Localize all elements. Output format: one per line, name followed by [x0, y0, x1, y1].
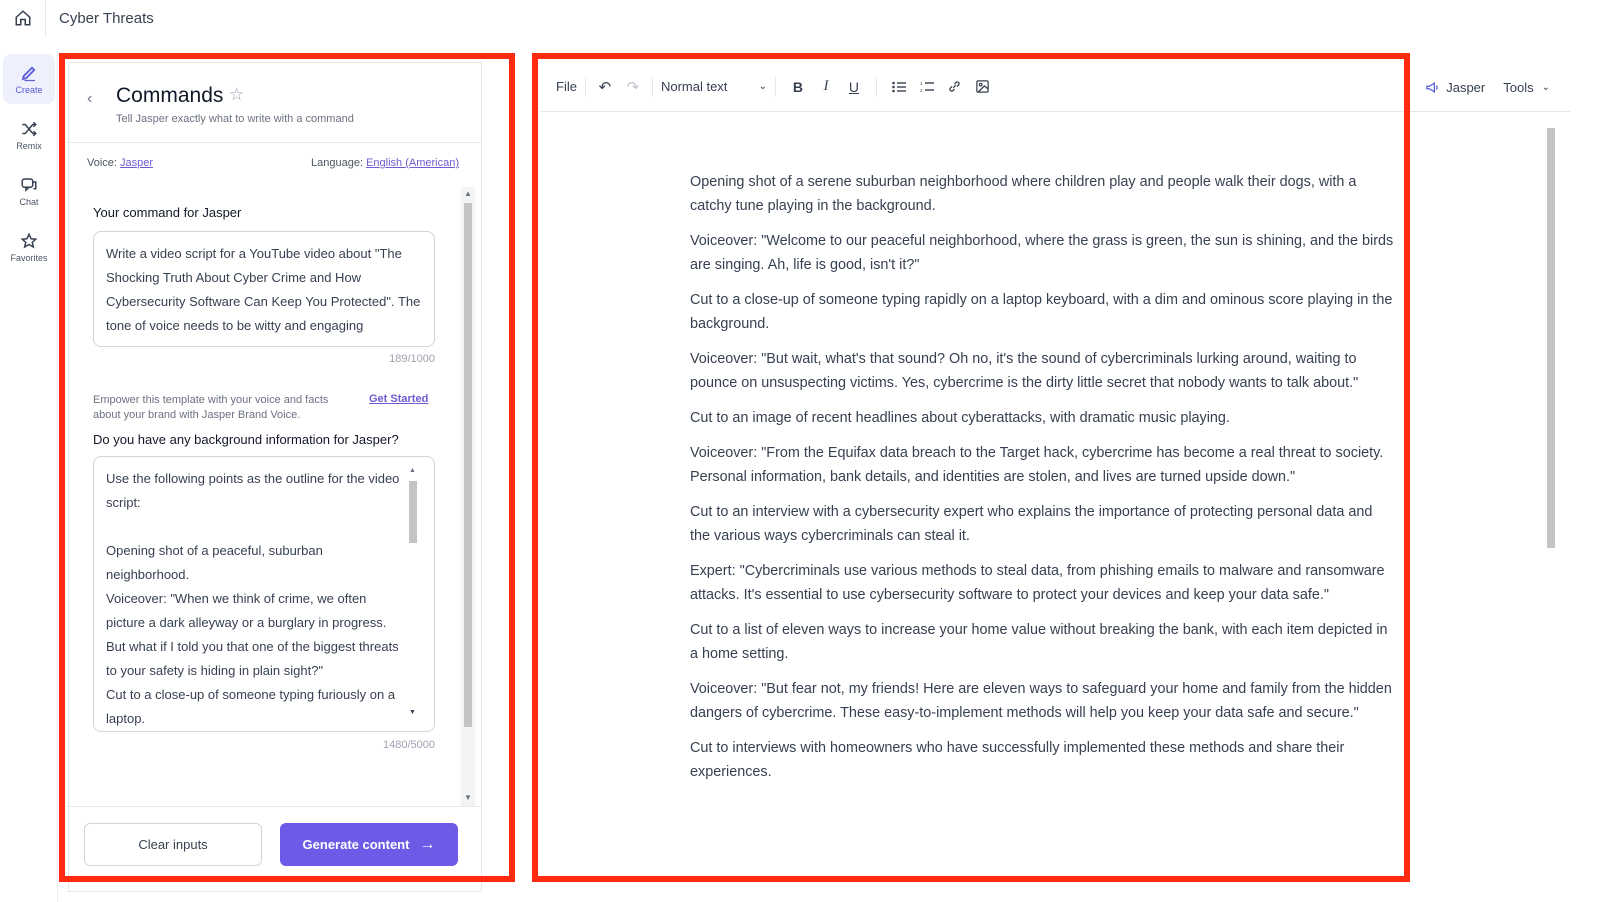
home-button[interactable]: [0, 0, 46, 36]
document-paragraph: Voiceover: "But wait, what's that sound?…: [690, 351, 1359, 391]
voice-setting: Voice: Jasper: [87, 157, 153, 169]
chat-icon: [21, 177, 37, 192]
text-style-dropdown[interactable]: Normal text ⌄: [661, 73, 767, 101]
document-paragraph: Voiceover: "From the Equifax data breach…: [690, 445, 1384, 485]
voice-language-row: Voice: Jasper Language: English (America…: [87, 157, 459, 169]
document-paragraph: Cut to an image of recent headlines abou…: [690, 410, 1230, 426]
background-scrollbar-thumb[interactable]: [409, 481, 417, 543]
language-setting: Language: English (American): [311, 157, 459, 169]
jasper-button[interactable]: Jasper: [1425, 80, 1485, 95]
home-icon: [15, 10, 30, 26]
bold-icon[interactable]: B: [784, 73, 812, 101]
background-label: Do you have any background information f…: [93, 432, 399, 447]
rail-item-chat[interactable]: Chat: [3, 166, 55, 216]
editor: File ↶ ↷ Normal text ⌄ B I U 12 Jasper T…: [540, 62, 1584, 892]
toolbar-divider: [875, 76, 877, 97]
rail-item-remix[interactable]: Remix: [3, 110, 55, 160]
clear-inputs-button[interactable]: Clear inputs: [84, 823, 262, 866]
rail-item-create[interactable]: Create: [3, 54, 55, 104]
document-body[interactable]: Opening shot of a serene suburban neighb…: [690, 170, 1394, 795]
rail-item-label: Favorites: [10, 252, 48, 263]
scroll-up-arrow-icon[interactable]: ▲: [409, 467, 416, 474]
chevron-down-icon: ⌄: [758, 81, 767, 92]
editor-scrollbar[interactable]: [1544, 118, 1558, 888]
document-paragraph: Voiceover: "But fear not, my friends! He…: [690, 681, 1392, 721]
editor-toolbar: File ↶ ↷ Normal text ⌄ B I U 12 Jasper T…: [540, 62, 1570, 112]
document-paragraph: Cut to a list of eleven ways to increase…: [690, 622, 1388, 662]
scroll-up-arrow-icon[interactable]: ▲: [464, 189, 472, 198]
scroll-down-arrow-icon[interactable]: ▼: [464, 793, 472, 802]
get-started-link[interactable]: Get Started: [369, 393, 428, 405]
pen-icon: [21, 65, 36, 81]
tools-menu[interactable]: Tools ⌄: [1503, 80, 1550, 95]
document-paragraph: Cut to a close-up of someone typing rapi…: [690, 292, 1393, 332]
brand-voice-note: Empower this template with your voice an…: [93, 394, 329, 421]
toolbar-divider: [774, 76, 776, 97]
command-char-count: 189/1000: [389, 353, 435, 365]
top-bar: Cyber Threats: [0, 0, 1600, 36]
language-label: Language:: [311, 157, 364, 169]
commands-panel: ‹ Commands ☆ Tell Jasper exactly what to…: [68, 62, 482, 892]
background-scrollbar[interactable]: ▲ ▼: [407, 467, 419, 721]
chevron-down-icon: ⌄: [1541, 81, 1550, 93]
numbered-list-icon[interactable]: 12: [913, 73, 941, 101]
rail-item-favorites[interactable]: Favorites: [3, 222, 55, 272]
svg-text:2: 2: [920, 88, 923, 93]
background-char-count: 1480/5000: [383, 739, 435, 751]
toolbar-divider: [651, 76, 653, 97]
command-textarea[interactable]: Write a video script for a YouTube video…: [93, 231, 435, 347]
tools-label: Tools: [1503, 79, 1534, 95]
language-link[interactable]: English (American): [366, 157, 459, 169]
left-rail: Create Remix Chat Favorites: [0, 48, 58, 902]
panel-title: Commands: [116, 84, 224, 107]
svg-text:1: 1: [920, 81, 923, 86]
text-style-value: Normal text: [660, 79, 728, 94]
generate-content-button[interactable]: Generate content →: [280, 823, 458, 866]
link-icon[interactable]: [941, 73, 969, 101]
favorite-star-icon[interactable]: ☆: [229, 85, 244, 105]
voice-label: Voice:: [87, 157, 117, 169]
image-icon[interactable]: [969, 73, 997, 101]
panel-scrollbar[interactable]: ▲ ▼: [461, 187, 475, 807]
rail-item-label: Remix: [16, 140, 42, 151]
document-paragraph: Cut to an interview with a cybersecurity…: [690, 504, 1373, 544]
command-label: Your command for Jasper: [93, 205, 242, 220]
document-paragraph: Expert: "Cybercriminals use various meth…: [690, 563, 1385, 603]
arrow-right-icon: →: [419, 835, 436, 853]
bullet-list-icon[interactable]: [885, 73, 913, 101]
document-paragraph: Opening shot of a serene suburban neighb…: [690, 174, 1357, 214]
redo-icon[interactable]: ↷: [622, 73, 644, 101]
panel-header: ‹ Commands ☆ Tell Jasper exactly what to…: [69, 63, 481, 143]
panel-footer: Clear inputs Generate content →: [69, 806, 481, 892]
undo-icon[interactable]: ↶: [594, 73, 616, 101]
underline-icon[interactable]: U: [840, 73, 868, 101]
toolbar-right: Jasper Tools ⌄: [1425, 62, 1550, 112]
shuffle-icon: [22, 121, 37, 136]
italic-icon[interactable]: I: [812, 73, 840, 101]
star-icon: [20, 231, 38, 249]
panel-scrollbar-thumb[interactable]: [464, 203, 472, 727]
back-chevron-icon[interactable]: ‹: [87, 90, 92, 108]
file-menu[interactable]: File: [556, 73, 577, 101]
document-paragraph: Voiceover: "Welcome to our peaceful neig…: [690, 233, 1394, 273]
generate-button-label: Generate content: [302, 837, 410, 852]
background-textarea[interactable]: Use the following points as the outline …: [93, 456, 435, 732]
megaphone-icon: [1426, 81, 1438, 93]
voice-link[interactable]: Jasper: [120, 157, 153, 169]
toolbar-divider: [584, 76, 586, 97]
editor-scrollbar-thumb[interactable]: [1547, 128, 1555, 548]
rail-item-label: Create: [15, 84, 43, 95]
panel-subtitle: Tell Jasper exactly what to write with a…: [116, 113, 354, 125]
jasper-label: Jasper: [1446, 79, 1486, 95]
document-title[interactable]: Cyber Threats: [46, 10, 154, 27]
rail-item-label: Chat: [19, 196, 39, 207]
document-paragraph: Cut to interviews with homeowners who ha…: [690, 740, 1345, 780]
scroll-down-arrow-icon[interactable]: ▼: [409, 709, 416, 716]
